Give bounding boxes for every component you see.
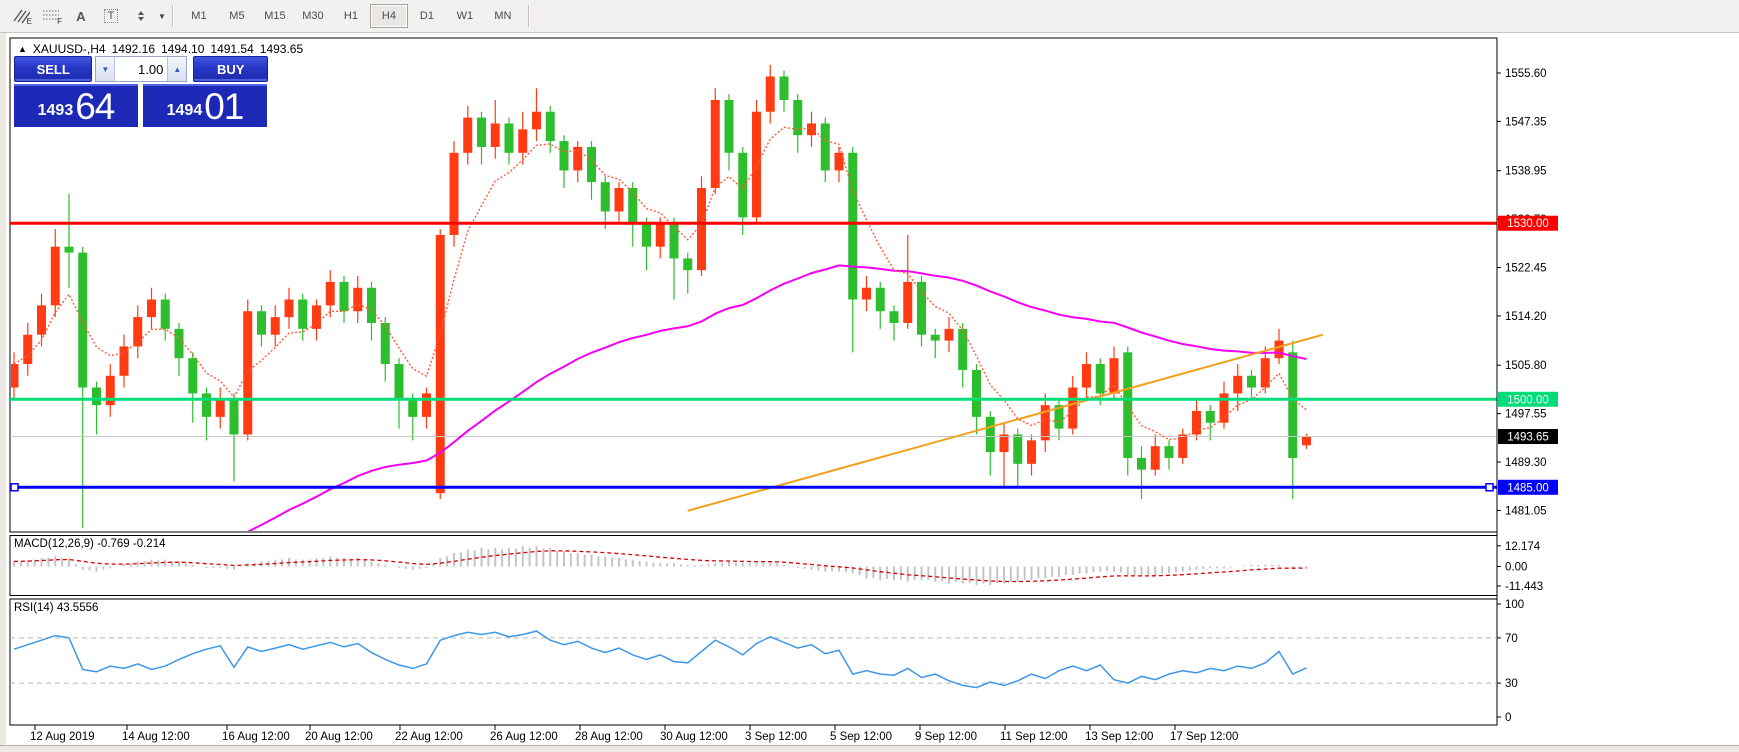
- ohlc-header: ▲ XAUUSD-,H4 1492.16 1494.10 1491.54 149…: [18, 42, 303, 56]
- price-tick-label: 1489.30: [1505, 457, 1547, 469]
- price-tick-label: 1481.05: [1505, 505, 1547, 517]
- buy-price-display[interactable]: 1494 01: [143, 84, 267, 127]
- macd-tick-label: 0.00: [1505, 562, 1527, 574]
- rsi-tick-label: 100: [1505, 599, 1524, 611]
- date-tick-label: 12 Aug 2019: [30, 731, 95, 743]
- date-tick-label: 28 Aug 12:00: [575, 731, 643, 743]
- level-badge-1500.00-text: 1500.00: [1507, 394, 1549, 406]
- line-handle-left[interactable]: [11, 484, 18, 491]
- date-tick-label: 30 Aug 12:00: [660, 731, 728, 743]
- date-tick-label: 13 Sep 12:00: [1085, 731, 1153, 743]
- price-tick-label: 1538.95: [1505, 166, 1547, 178]
- high-value: 1494.10: [161, 42, 204, 56]
- rsi-tick-label: 0: [1505, 712, 1511, 724]
- collapse-triangle-icon[interactable]: ▲: [18, 44, 27, 54]
- date-tick-label: 17 Sep 12:00: [1170, 731, 1238, 743]
- date-tick-label: 20 Aug 12:00: [305, 731, 373, 743]
- date-tick-label: 11 Sep 12:00: [1000, 731, 1068, 743]
- rsi-label: RSI(14) 43.5556: [14, 602, 98, 614]
- one-click-trading-panel: SELL ▼ ▲ BUY 1493 64 1494 01: [14, 56, 268, 127]
- volume-stepper: ▼ ▲: [95, 56, 187, 82]
- symbol-period-label: XAUUSD-,H4: [33, 42, 106, 56]
- level-badge-1485.00-text: 1485.00: [1507, 482, 1549, 494]
- sell-price-pips: 64: [75, 88, 114, 125]
- close-value: 1493.65: [260, 42, 303, 56]
- date-tick-label: 3 Sep 12:00: [745, 731, 807, 743]
- volume-decrease-button[interactable]: ▼: [96, 57, 115, 81]
- price-tick-label: 1522.45: [1505, 263, 1547, 275]
- date-tick-label: 16 Aug 12:00: [222, 731, 290, 743]
- sell-price-main: 1493: [38, 102, 74, 120]
- date-tick-label: 9 Sep 12:00: [915, 731, 977, 743]
- open-value: 1492.16: [112, 42, 155, 56]
- volume-increase-button[interactable]: ▲: [167, 57, 186, 81]
- sell-price-display[interactable]: 1493 64: [14, 84, 138, 127]
- rsi-tick-label: 30: [1505, 678, 1518, 690]
- macd-label: MACD(12,26,9) -0.769 -0.214: [14, 538, 166, 550]
- date-tick-label: 5 Sep 12:00: [830, 731, 892, 743]
- date-tick-label: 26 Aug 12:00: [490, 731, 558, 743]
- price-tick-label: 1555.60: [1505, 68, 1547, 80]
- volume-input[interactable]: [115, 57, 167, 81]
- line-handle-right[interactable]: [1486, 484, 1493, 491]
- rsi-panel: [10, 599, 1497, 725]
- low-value: 1491.54: [210, 42, 253, 56]
- current-price-badge-text: 1493.65: [1507, 432, 1549, 444]
- price-tick-label: 1505.80: [1505, 360, 1547, 372]
- price-tick-label: 1547.35: [1505, 116, 1547, 128]
- sell-button[interactable]: SELL: [14, 56, 92, 82]
- date-tick-label: 14 Aug 12:00: [122, 731, 190, 743]
- date-tick-label: 22 Aug 12:00: [395, 731, 463, 743]
- buy-price-main: 1494: [167, 102, 203, 120]
- level-badge-1530.00-text: 1530.00: [1507, 218, 1549, 230]
- macd-tick-label: -11.443: [1505, 581, 1543, 593]
- buy-button[interactable]: BUY: [193, 56, 268, 82]
- rsi-tick-label: 70: [1505, 633, 1518, 645]
- macd-tick-label: 12.174: [1505, 541, 1541, 553]
- price-tick-label: 1497.55: [1505, 409, 1547, 421]
- buy-price-pips: 01: [204, 88, 243, 125]
- price-tick-label: 1514.20: [1505, 311, 1547, 323]
